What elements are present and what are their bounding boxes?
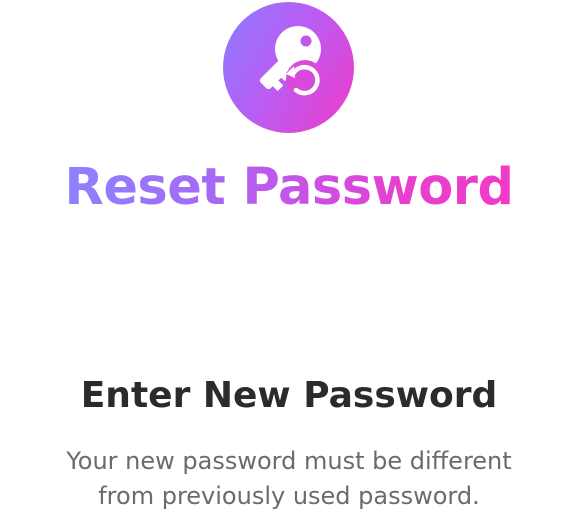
page-title-word-2: Password [242,158,514,217]
description-line-1: Your new password must be different [66,447,512,475]
section-heading: Enter New Password [80,375,498,416]
page-title: Reset Password [0,150,578,226]
page-title-word-1: Reset [64,158,226,217]
key-reset-icon [259,26,324,98]
key-reset-badge [223,2,354,133]
section-description: Your new password must be different from… [0,444,578,514]
description-line-2: from previously used password. [98,482,480,510]
reset-password-screen: Reset Password Enter New Password Your n… [0,0,578,522]
